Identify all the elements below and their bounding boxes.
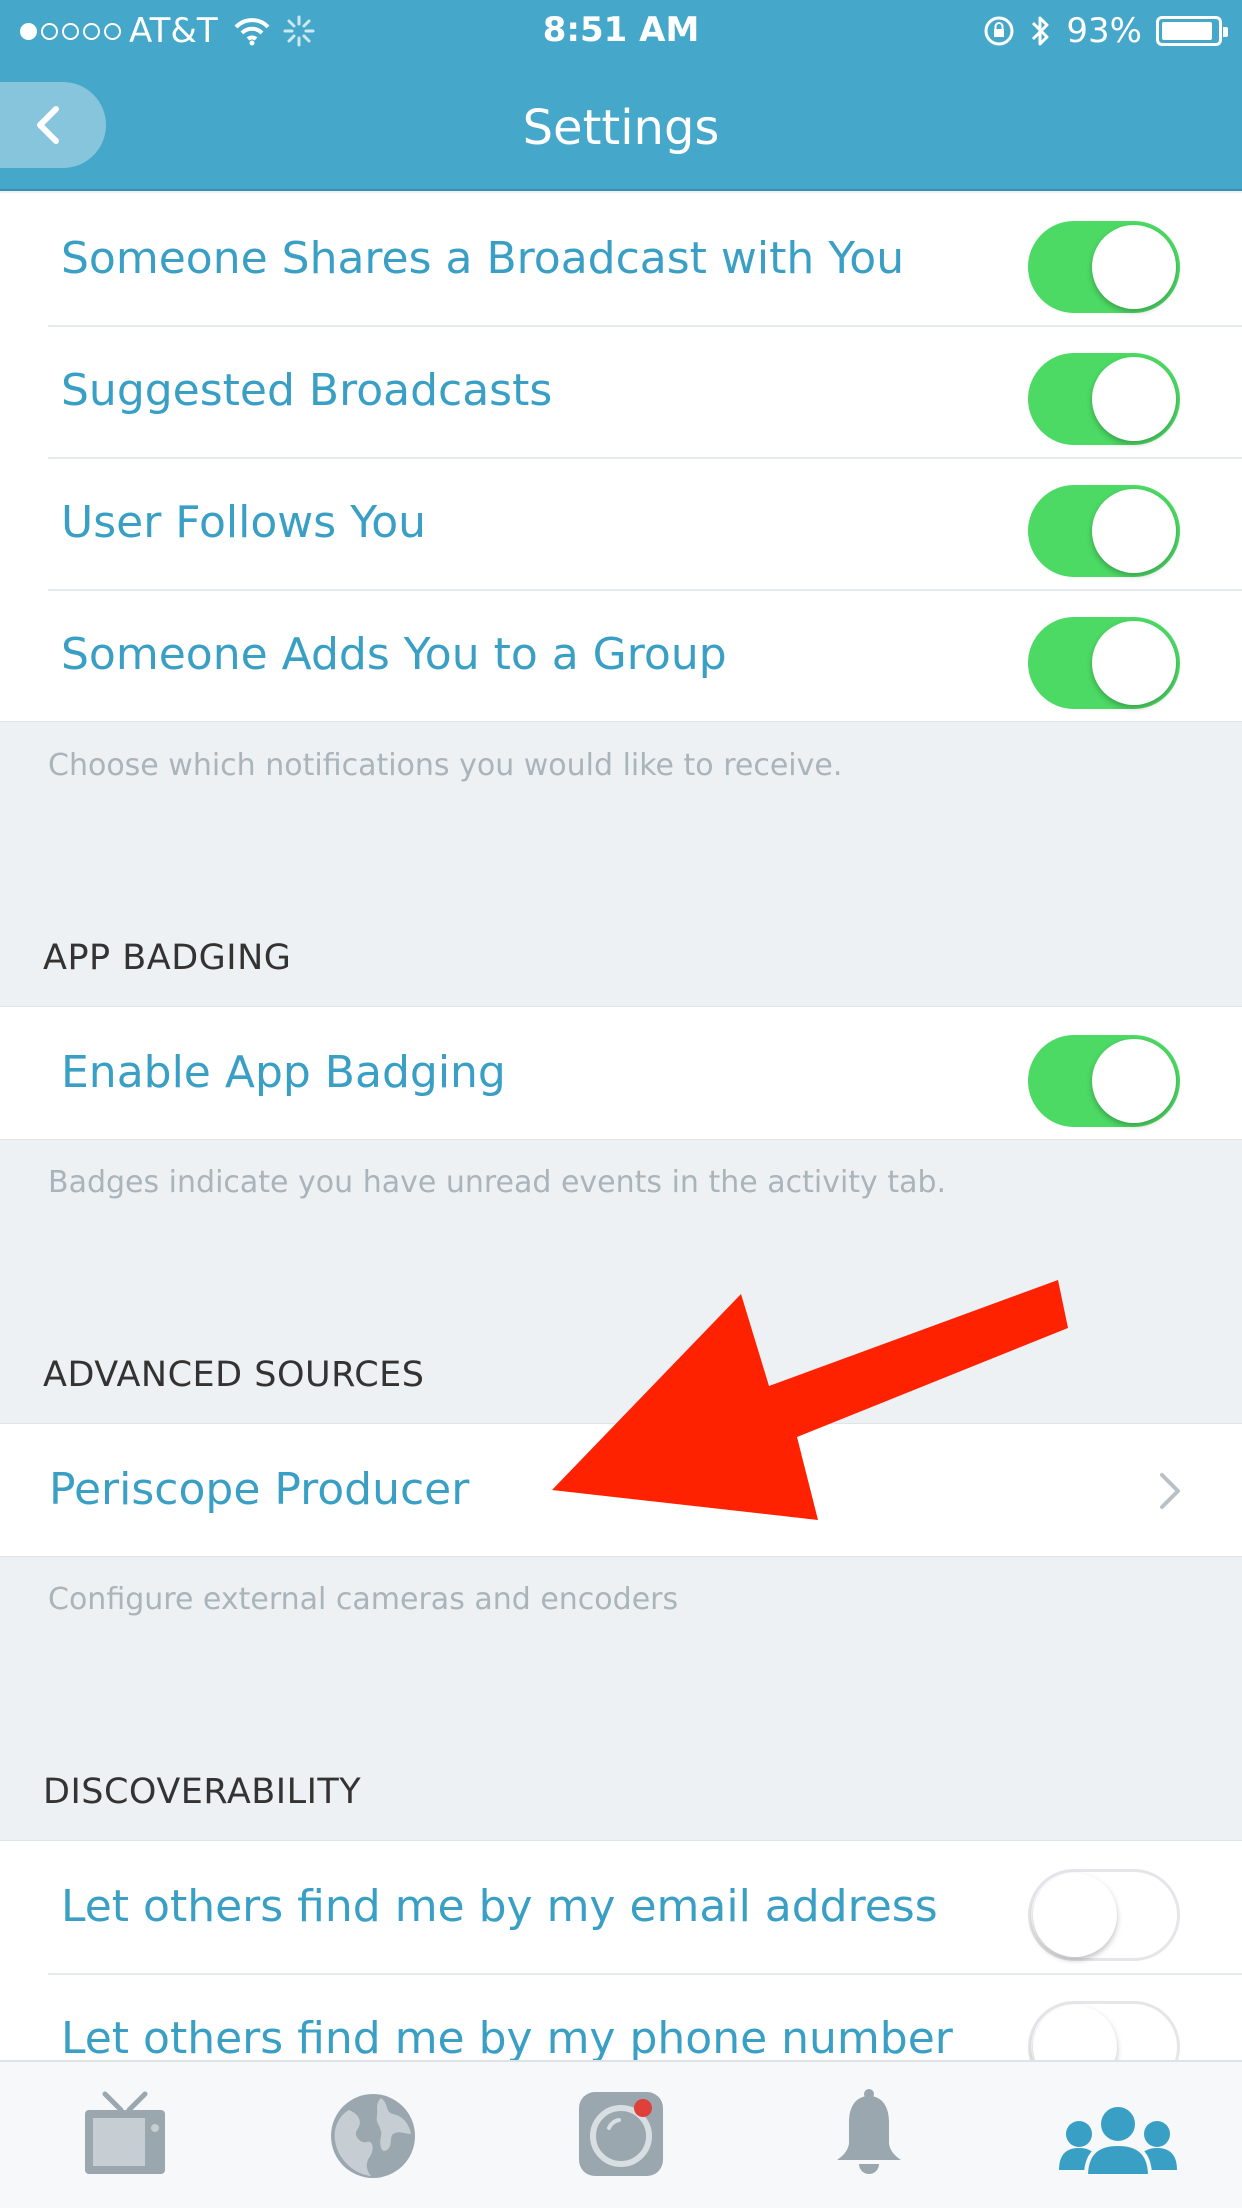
toggle-switch[interactable]	[1028, 485, 1180, 577]
setting-label: User Follows You	[61, 497, 427, 548]
section-header-discoverability: DISCOVERABILITY	[43, 1772, 362, 1812]
toggle-switch[interactable]	[1028, 1035, 1180, 1127]
tab-people[interactable]	[1053, 2084, 1183, 2184]
orientation-lock-icon	[984, 16, 1014, 46]
setting-row[interactable]: Someone Shares a Broadcast with You	[0, 193, 1242, 325]
setting-label: Suggested Broadcasts	[61, 365, 553, 416]
setting-row[interactable]: Suggested Broadcasts	[0, 325, 1242, 457]
tab-global[interactable]	[323, 2084, 423, 2184]
setting-label: Someone Shares a Broadcast with You	[61, 233, 905, 284]
section-header-app-badging: APP BADGING	[43, 938, 292, 978]
bluetooth-icon	[1032, 16, 1049, 46]
periscope-producer-row[interactable]: Periscope Producer	[0, 1424, 1242, 1556]
tab-broadcast[interactable]	[571, 2084, 671, 2184]
setting-label: Periscope Producer	[49, 1464, 470, 1515]
setting-row[interactable]: User Follows You	[0, 457, 1242, 589]
tab-bar	[0, 2060, 1242, 2208]
status-bar: AT&T 8:51 AM 93%	[0, 0, 1242, 60]
notifications-section: Someone Shares a Broadcast with You Sugg…	[0, 193, 1242, 722]
globe-icon	[331, 2094, 415, 2178]
toggle-switch[interactable]	[1028, 1869, 1180, 1961]
toggle-switch[interactable]	[1028, 353, 1180, 445]
toggle-switch[interactable]	[1028, 221, 1180, 313]
section-header-advanced-sources: ADVANCED SOURCES	[43, 1355, 425, 1395]
setting-row[interactable]: Someone Adds You to a Group	[0, 589, 1242, 721]
tab-notifications[interactable]	[819, 2084, 919, 2184]
advanced-sources-section: Periscope Producer	[0, 1423, 1242, 1557]
tab-watch[interactable]	[75, 2084, 175, 2184]
bell-icon	[837, 2089, 901, 2174]
navigation-bar: AT&T 8:51 AM 93% Settings	[0, 0, 1242, 191]
advanced-sources-footnote: Configure external cameras and encoders	[48, 1582, 679, 1617]
people-icon	[1059, 2103, 1177, 2178]
battery-level	[1162, 22, 1213, 40]
setting-label: Enable App Badging	[61, 1047, 506, 1098]
battery-icon	[1156, 16, 1228, 46]
notifications-footnote: Choose which notifications you would lik…	[48, 748, 843, 783]
app-badging-footnote: Badges indicate you have unread events i…	[48, 1165, 947, 1200]
camera-icon	[579, 2092, 663, 2176]
chevron-right-icon	[1160, 1473, 1180, 1509]
page-title: Settings	[522, 100, 720, 156]
toggle-switch[interactable]	[1028, 617, 1180, 709]
setting-label: Let others find me by my email address	[61, 1881, 938, 1932]
setting-label: Someone Adds You to a Group	[61, 629, 727, 680]
app-badging-section: Enable App Badging	[0, 1006, 1242, 1140]
setting-row[interactable]: Enable App Badging	[0, 1007, 1242, 1139]
status-right: 93%	[982, 11, 1228, 51]
battery-percent: 93%	[1066, 11, 1142, 51]
tv-icon	[85, 2091, 165, 2174]
setting-row[interactable]: Let others find me by my email address	[0, 1841, 1242, 1973]
